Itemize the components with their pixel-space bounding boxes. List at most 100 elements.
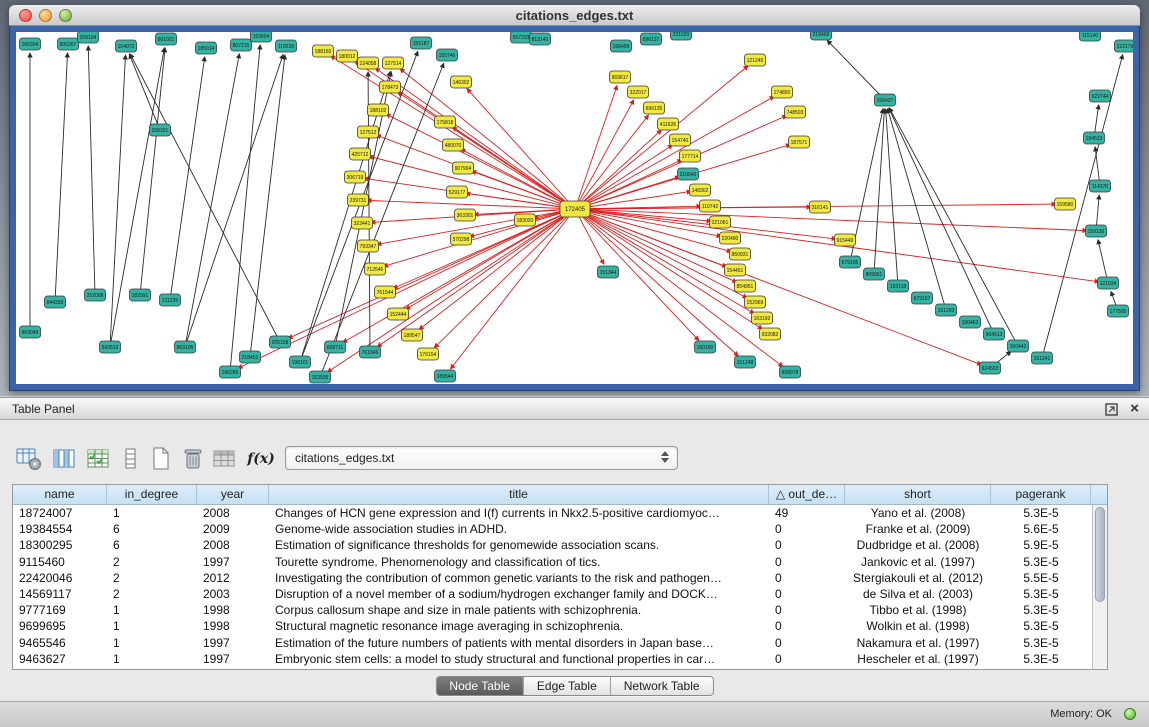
tab-network-table[interactable]: Network Table	[610, 677, 713, 695]
table-row[interactable]: 911546021997Tourette syndrome. Phenomeno…	[13, 554, 1092, 570]
graph-node[interactable]: 218468	[811, 32, 832, 40]
graph-node[interactable]: 121034	[1098, 277, 1119, 289]
graph-node[interactable]: 166459	[611, 40, 632, 52]
graph-node[interactable]: 969617	[610, 71, 631, 83]
graph-node[interactable]: 748503	[785, 106, 806, 118]
graph-node[interactable]: 224058	[358, 57, 379, 69]
graph-node[interactable]: 127514	[383, 57, 404, 69]
column-header-out_degree[interactable]: △ out_de…	[769, 485, 845, 505]
graph-node[interactable]: 863105	[175, 341, 196, 353]
graph-node[interactable]: 529177	[447, 186, 468, 198]
select-mode-button[interactable]	[84, 444, 114, 474]
graph-node[interactable]: 211239	[160, 294, 181, 306]
graph-node[interactable]: 480070	[443, 139, 464, 151]
graph-node[interactable]: 961021	[156, 33, 177, 45]
graph-node[interactable]: 189544	[435, 370, 456, 382]
table-row[interactable]: 946362711997Embryonic stem cells: a mode…	[13, 651, 1092, 667]
graph-node[interactable]: 854951	[735, 280, 756, 292]
graph-node[interactable]: 206331	[150, 124, 171, 136]
graph-node[interactable]: 146302	[451, 76, 472, 88]
graph-node[interactable]: 159580	[1055, 198, 1076, 210]
graph-node[interactable]: 160442	[1008, 340, 1029, 352]
graph-node[interactable]: 793347	[358, 240, 379, 252]
graph-node[interactable]: 183020	[515, 214, 536, 226]
table-row[interactable]: 969969511998Structural magnetic resonanc…	[13, 618, 1092, 634]
graph-node[interactable]: 176154	[418, 348, 439, 360]
graph-node[interactable]: 239731	[348, 194, 369, 206]
table-row[interactable]: 1830029562008Estimation of significance …	[13, 537, 1092, 553]
graph-node[interactable]: 907994	[453, 162, 474, 174]
graph-node[interactable]: 175818	[435, 116, 456, 128]
graph-node[interactable]: 186286	[220, 366, 241, 378]
graph-node[interactable]: 187571	[789, 136, 810, 148]
graph-node[interactable]: 904513	[984, 328, 1005, 340]
graph-node[interactable]: 924502	[980, 362, 1001, 374]
table-row[interactable]: 1938455462009Genome-wide association stu…	[13, 521, 1092, 537]
graph-node[interactable]: 209104	[78, 32, 99, 43]
graph-node[interactable]: 151203	[936, 304, 957, 316]
graph-node[interactable]: 922744	[1090, 90, 1111, 102]
graph-node[interactable]: 114370	[1090, 180, 1111, 192]
graph-node[interactable]: 159130	[1086, 225, 1107, 237]
graph-node[interactable]: 155187	[411, 37, 432, 49]
table-row[interactable]: 1456911722003Disruption of a novel membe…	[13, 586, 1092, 602]
column-header-in_degree[interactable]: in_degree	[107, 485, 197, 505]
graph-node[interactable]: 306719	[345, 171, 366, 183]
show-columns-button[interactable]	[50, 444, 80, 474]
column-header-year[interactable]: year	[197, 485, 269, 505]
scrollbar-thumb[interactable]	[1095, 507, 1105, 602]
graph-node[interactable]: 696135	[644, 102, 665, 114]
table-row[interactable]: 2242004622012Investigating the contribut…	[13, 570, 1092, 586]
table-row[interactable]: 1872400712008Changes of HCN gene express…	[13, 505, 1092, 521]
row-view-button[interactable]	[116, 444, 146, 474]
graph-node[interactable]: 153604	[251, 32, 272, 42]
graph-node[interactable]: 932082	[760, 328, 781, 340]
table-vertical-scrollbar[interactable]	[1092, 505, 1107, 669]
float-panel-icon[interactable]	[1105, 403, 1118, 416]
graph-node[interactable]: 196101	[290, 356, 311, 368]
graph-node[interactable]: 322017	[628, 86, 649, 98]
graph-node[interactable]: 177505	[1108, 305, 1129, 317]
graph-node[interactable]: 155746	[437, 49, 458, 61]
graph-node[interactable]: 363301	[455, 209, 476, 221]
graph-node[interactable]: 806267	[58, 38, 79, 50]
graph-node[interactable]: 154451	[725, 264, 746, 276]
table-panel-titlebar[interactable]: Table Panel ×	[0, 397, 1149, 420]
graph-node[interactable]: 323441	[352, 217, 373, 229]
graph-node[interactable]: 809651	[864, 268, 885, 280]
graph-node[interactable]: 231020	[671, 32, 692, 40]
graph-node[interactable]: 679197	[912, 292, 933, 304]
graph-node[interactable]: 148302	[690, 184, 711, 196]
new-column-button[interactable]	[146, 444, 176, 474]
graph-node[interactable]: 218451	[240, 351, 261, 363]
table-select-dropdown[interactable]: citations_edges.txt	[285, 446, 678, 470]
graph-node[interactable]: 153118	[888, 280, 909, 292]
graph-node[interactable]: 166304	[20, 38, 41, 50]
graph-node[interactable]: 154072	[116, 40, 137, 52]
graph-node[interactable]: 316141	[810, 201, 831, 213]
graph-node[interactable]: 915449	[835, 234, 856, 246]
graph-node[interactable]: 194533	[1084, 132, 1105, 144]
graph-node[interactable]: 188160	[313, 45, 334, 57]
graph-node[interactable]: 696137	[641, 33, 662, 45]
table-options-button[interactable]	[14, 444, 44, 474]
tab-edge-table[interactable]: Edge Table	[523, 677, 610, 695]
graph-node[interactable]: 180012	[337, 50, 358, 62]
graph-node[interactable]: 177714	[680, 150, 701, 162]
graph-node[interactable]: 153505	[310, 371, 331, 383]
tab-node-table[interactable]: Node Table	[436, 677, 523, 695]
graph-node[interactable]: 321061	[710, 216, 731, 228]
close-panel-icon[interactable]: ×	[1130, 402, 1139, 416]
graph-node[interactable]: 127512	[358, 126, 379, 138]
column-header-pagerank[interactable]: pagerank	[991, 485, 1091, 505]
graph-node[interactable]: 121245	[745, 54, 766, 66]
delete-column-button[interactable]	[178, 444, 208, 474]
column-header-short[interactable]: short	[845, 485, 991, 505]
graph-node[interactable]: 182591	[130, 289, 151, 301]
graph-node[interactable]: 590513	[100, 341, 121, 353]
graph-node[interactable]: 425712	[350, 148, 371, 160]
graph-node[interactable]: 178473	[380, 81, 401, 93]
network-canvas[interactable]: 1663048062672091041540729610211850148072…	[16, 32, 1133, 384]
graph-node[interactable]: 160190	[695, 341, 716, 353]
graph-node[interactable]: 844339	[45, 296, 66, 308]
